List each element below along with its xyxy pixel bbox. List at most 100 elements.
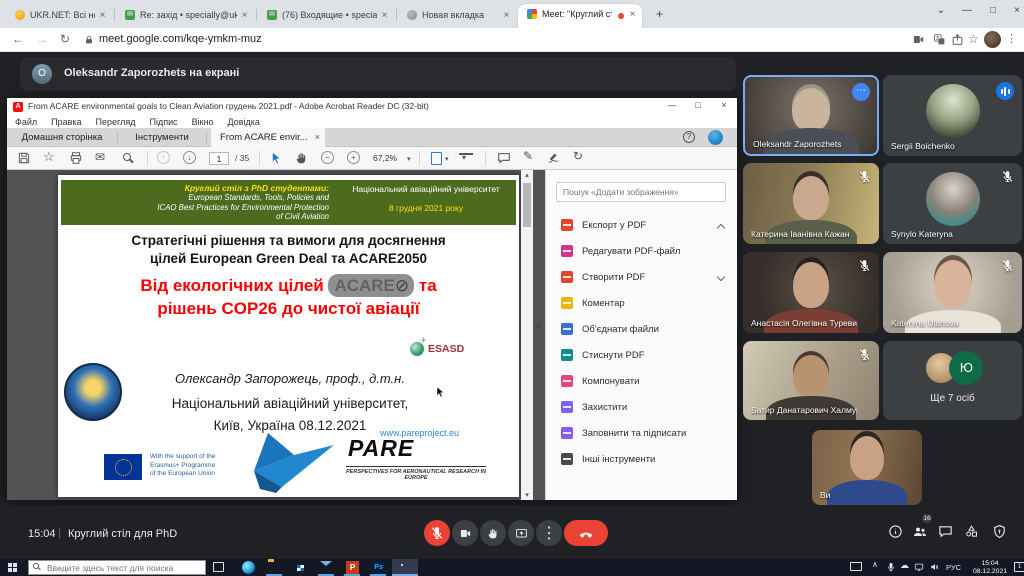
activities-icon[interactable] — [964, 524, 979, 539]
zoom-out-icon[interactable]: − — [321, 151, 334, 164]
zoom-in-icon[interactable]: + — [347, 151, 360, 164]
camera-in-use-icon[interactable] — [912, 33, 925, 46]
fit-page-icon[interactable] — [431, 152, 442, 165]
participants-icon[interactable] — [912, 524, 928, 540]
tool-protect[interactable]: Захистити — [546, 396, 738, 421]
hand-tool-icon[interactable] — [295, 151, 309, 165]
new-tab-button[interactable]: + — [652, 7, 667, 22]
menu-view[interactable]: Перегляд — [96, 117, 136, 127]
tab-tools[interactable]: Інструменти — [118, 128, 206, 147]
window-minimize-button[interactable]: — — [956, 0, 978, 24]
select-cursor-icon[interactable] — [269, 151, 283, 165]
leave-call-button[interactable] — [564, 520, 608, 546]
browser-tab-mail-1[interactable]: ✉ Re: захід • specially@ukr.net × — [116, 5, 254, 28]
zoom-chevron-icon[interactable]: ▾ — [407, 155, 411, 163]
taskbar-clock[interactable]: 15:04 08.12.2021 — [968, 560, 1012, 575]
hidden-icons-chevron[interactable]: ∧ — [872, 560, 878, 569]
scroll-down-arrow[interactable]: ▾ — [521, 491, 533, 499]
tray-onedrive-icon[interactable]: ☁ — [900, 560, 909, 571]
chevron-down-icon[interactable] — [717, 273, 725, 281]
fill-sign-icon[interactable] — [547, 151, 561, 165]
vertical-scrollbar[interactable]: ▴ ▾ — [521, 170, 533, 500]
edge-taskbar-icon[interactable] — [242, 561, 255, 574]
acrobat-minimize-button[interactable]: — — [659, 98, 685, 114]
window-close-button[interactable]: × — [1006, 0, 1024, 24]
forward-button[interactable]: → — [36, 32, 48, 46]
menu-window[interactable]: Вікно — [192, 117, 214, 127]
address-bar[interactable]: meet.google.com/kqe-ymkm-muz — [99, 33, 262, 45]
help-icon[interactable]: ? — [683, 131, 695, 143]
next-page-icon[interactable]: ↓ — [183, 151, 196, 164]
tool-fill-sign[interactable]: Заповнити та підписати — [546, 422, 738, 447]
tool-create-pdf[interactable]: Створити PDF — [546, 266, 738, 291]
browser-profile-avatar[interactable] — [984, 31, 1001, 48]
tab-close-icon[interactable]: × — [96, 9, 109, 22]
browser-tab-meet-active[interactable]: Meet: "Круглий стіл для Ph × — [518, 4, 642, 28]
browser-menu-icon[interactable]: ⋮ — [1006, 32, 1017, 45]
tab-close-icon[interactable]: × — [626, 8, 639, 21]
tray-network-icon[interactable] — [914, 562, 924, 572]
pencil-icon[interactable]: ✎ — [523, 149, 533, 163]
participant-tile-synylo[interactable]: Synylo Kateryna — [883, 163, 1022, 244]
send-for-review-icon[interactable]: ↻ — [573, 149, 583, 163]
reload-button[interactable]: ↻ — [60, 32, 70, 46]
browser-tab-mail-2[interactable]: ✉ (76) Входящие • specially@ukr.n × — [258, 5, 394, 28]
document-tab-close-icon[interactable]: × — [315, 128, 320, 147]
tile-more-options-icon[interactable]: ⋯ — [852, 83, 870, 101]
action-center-icon[interactable]: 1 — [1014, 562, 1024, 572]
back-button[interactable]: ← — [12, 32, 24, 46]
acrobat-title-bar[interactable]: A From ACARE environmental goals to Clea… — [7, 98, 737, 115]
tray-device-icon[interactable] — [850, 562, 862, 571]
fit-chevron-icon[interactable]: ▾ — [445, 155, 449, 163]
participant-tile-ulanova[interactable]: Kateryna Ulanova — [883, 252, 1022, 333]
previous-page-icon[interactable]: ↑ — [157, 151, 170, 164]
tab-document-active[interactable]: From ACARE envir... × — [211, 128, 325, 147]
tool-compress-pdf[interactable]: Стиснути PDF — [546, 344, 738, 369]
scrollbar-thumb[interactable] — [523, 183, 531, 227]
tool-export-pdf[interactable]: Експорт у PDF — [546, 214, 738, 239]
page-number-input[interactable] — [209, 152, 229, 165]
mic-toggle-button[interactable] — [424, 520, 450, 546]
tool-combine-files[interactable]: Об'єднати файли — [546, 318, 738, 343]
tab-close-icon[interactable]: × — [500, 9, 513, 22]
tray-volume-icon[interactable] — [930, 562, 940, 572]
menu-help[interactable]: Довідка — [228, 117, 260, 127]
chevron-up-icon[interactable] — [717, 224, 725, 232]
start-button[interactable] — [8, 563, 17, 572]
raise-hand-button[interactable] — [480, 520, 506, 546]
more-participants-tile[interactable]: Ю Ще 7 осіб — [883, 341, 1022, 420]
menu-edit[interactable]: Правка — [51, 117, 81, 127]
acrobat-account-avatar[interactable] — [708, 130, 723, 145]
save-icon[interactable] — [17, 151, 31, 165]
panel-collapse-handle[interactable]: ◂ — [536, 322, 540, 331]
bookmark-star-icon[interactable]: ☆ — [968, 32, 979, 46]
present-screen-button[interactable] — [508, 520, 534, 546]
print-icon[interactable] — [69, 151, 83, 165]
chat-icon[interactable] — [938, 524, 953, 539]
powerpoint-taskbar-icon[interactable]: P — [346, 561, 359, 574]
tool-more-tools[interactable]: Інші інструменти — [546, 448, 738, 473]
scroll-up-arrow[interactable]: ▴ — [521, 171, 533, 179]
tool-comment[interactable]: Коментар — [546, 292, 738, 317]
tab-close-icon[interactable]: × — [378, 9, 391, 22]
tool-compose[interactable]: Компонувати — [546, 370, 738, 395]
email-icon[interactable]: ✉ — [95, 150, 105, 164]
participant-tile-batyr[interactable]: Батир Данатарович Халмура... — [743, 341, 879, 420]
menu-sign[interactable]: Підпис — [150, 117, 178, 127]
host-controls-icon[interactable] — [992, 524, 1007, 539]
comment-icon[interactable] — [497, 151, 511, 165]
acrobat-close-button[interactable]: × — [711, 98, 737, 114]
search-icon[interactable] — [123, 153, 131, 161]
share-icon[interactable] — [951, 33, 964, 46]
translate-icon[interactable] — [933, 33, 946, 46]
participant-tile-sergii[interactable]: Sergii Boichenko — [883, 75, 1022, 156]
camera-toggle-button[interactable] — [452, 520, 478, 546]
tool-edit-pdf[interactable]: Редагувати PDF-файл — [546, 240, 738, 265]
star-icon[interactable]: ☆ — [43, 149, 55, 165]
acrobat-maximize-button[interactable]: □ — [685, 98, 711, 114]
tools-search-input[interactable] — [556, 182, 726, 202]
taskbar-search-input[interactable] — [28, 560, 206, 575]
self-view-tile[interactable]: Ви — [812, 430, 922, 505]
tab-search-chevron-icon[interactable]: ⌄ — [930, 0, 952, 24]
tray-mic-icon[interactable] — [886, 562, 896, 572]
